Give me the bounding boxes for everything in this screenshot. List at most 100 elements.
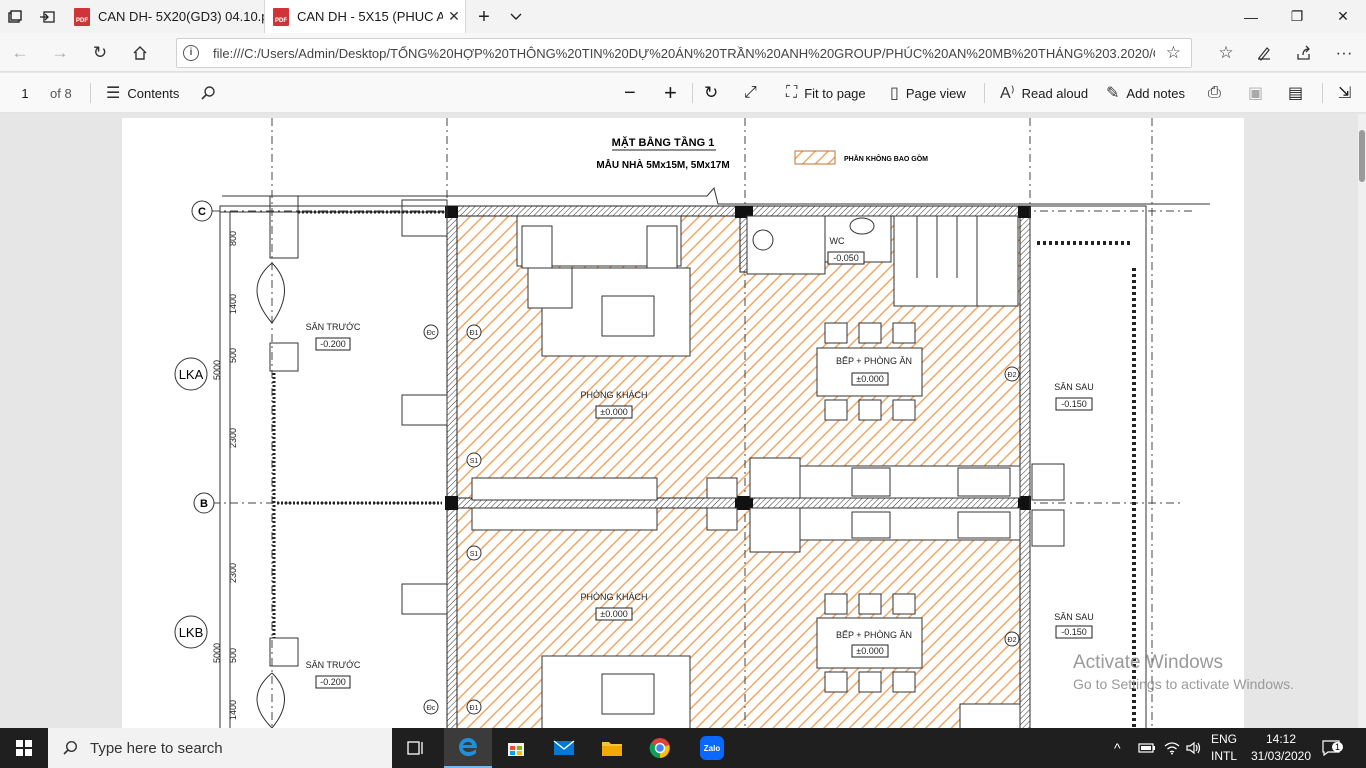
read-aloud-button[interactable]: A⁾ Read aloud [1000, 73, 1088, 113]
fit-to-page-icon: ⛶ [786, 84, 798, 101]
search-placeholder: Type here to search [90, 739, 223, 757]
input-language[interactable]: ENG INTL [1206, 731, 1242, 765]
page-number-input[interactable]: 1 [8, 73, 42, 113]
page-view-button[interactable]: ▯ Page view [890, 73, 966, 113]
living-room-furniture-a [516, 215, 691, 357]
front-yard [219, 195, 448, 728]
tab-actions-icon[interactable] [4, 6, 26, 28]
microsoft-store-icon[interactable] [492, 728, 540, 768]
pdf-page: 800 1400 500 5000 2300 2300 5000 500 140… [122, 118, 1244, 728]
url-text[interactable]: file:///C:/Users/Admin/Desktop/TỔNG%20HỢ… [213, 46, 1155, 61]
back-arrow-icon[interactable]: ← [8, 41, 32, 65]
title-bar: PDF CAN DH- 5X20(GD3) 04.10.p PDF CAN DH… [0, 0, 1366, 33]
language-code: ENG [1210, 732, 1237, 746]
print-icon[interactable]: ⎙ [1208, 73, 1221, 113]
grid-bubble-c: C [191, 200, 213, 222]
wifi-icon[interactable] [1164, 728, 1180, 768]
set-aside-tabs-icon[interactable] [36, 6, 58, 28]
clock-time: 14:12 [1265, 732, 1297, 746]
file-explorer-icon[interactable] [588, 728, 636, 768]
close-window-button[interactable]: ✕ [1320, 0, 1366, 33]
legend-label: PHẦN KHÔNG BAO GỒM [844, 153, 928, 163]
forward-arrow-icon[interactable]: → [48, 41, 72, 65]
zoom-in-icon[interactable]: + [664, 73, 677, 113]
address-bar[interactable]: i file:///C:/Users/Admin/Desktop/TỔNG%20… [176, 38, 1192, 68]
minimize-button[interactable]: — [1228, 0, 1274, 33]
read-aloud-label: Read aloud [1021, 85, 1089, 101]
show-hidden-icons-chevron-icon[interactable]: ^ [1114, 728, 1121, 768]
grid-bubble-b: B [193, 492, 215, 514]
tag-s1: S1 [470, 551, 479, 558]
save-as-icon[interactable]: ▤ [1288, 73, 1303, 113]
room-san-sau-b: SÂN SAU [1054, 612, 1094, 622]
tab-title: CAN DH - 5X15 (PHUC A [297, 9, 443, 24]
dim-800: 800 [228, 231, 238, 246]
taskbar-search[interactable]: Type here to search [48, 728, 392, 768]
favorite-star-icon[interactable]: ☆ [1166, 43, 1181, 63]
close-tab-icon[interactable]: ✕ [443, 8, 465, 25]
info-icon[interactable]: i [183, 45, 199, 61]
pdf-viewer[interactable]: 800 1400 500 5000 2300 2300 5000 500 140… [0, 114, 1366, 728]
scrollbar-thumb[interactable] [1359, 130, 1365, 182]
dimension-chain: 800 1400 500 5000 2300 2300 5000 500 140… [212, 212, 238, 728]
refresh-icon[interactable]: ↻ [88, 41, 112, 65]
level-san-truoc-b: -0.200 [320, 677, 346, 687]
dim-1400: 1400 [228, 294, 238, 314]
tab-can-dh-5x20[interactable]: PDF CAN DH- 5X20(GD3) 04.10.p [66, 0, 264, 33]
dim-5000: 5000 [212, 643, 222, 663]
floor-plan-drawing: 800 1400 500 5000 2300 2300 5000 500 140… [174, 118, 1210, 728]
windows-start-icon[interactable] [0, 728, 48, 768]
maximize-button[interactable]: ❐ [1274, 0, 1320, 33]
zalo-icon[interactable]: Zalo [688, 728, 736, 768]
level-wc: -0.050 [833, 253, 859, 263]
level-san-sau-b: -0.150 [1061, 627, 1087, 637]
mail-icon[interactable] [540, 728, 588, 768]
save-icon[interactable]: ▣ [1248, 73, 1263, 113]
tab-can-dh-5x15[interactable]: PDF CAN DH - 5X15 (PHUC A ✕ [264, 0, 466, 33]
pdf-toolbar: 1 of 8 ☰ Contents − + ↻ ⤢ ⛶ Fit to page … [0, 73, 1366, 113]
room-san-truoc-b: SÂN TRƯỚC [306, 660, 361, 670]
navigation-bar: ← → ↻ i file:///C:/Users/Admin/Desktop/T… [0, 33, 1366, 72]
room-phong-khach-a: PHÒNG KHÁCH [580, 390, 647, 400]
search-icon [63, 740, 78, 755]
contents-label: Contents [127, 85, 180, 101]
search-button[interactable] [200, 73, 216, 113]
tag-d2: Đ2 [1008, 637, 1017, 644]
fullscreen-icon[interactable]: ⤢ [744, 73, 757, 113]
level-san-sau-a: -0.150 [1061, 399, 1087, 409]
contents-list-icon: ☰ [106, 85, 121, 102]
edge-browser-icon[interactable] [444, 728, 492, 768]
zalo-label: Zalo [700, 736, 724, 760]
chrome-icon[interactable] [636, 728, 684, 768]
battery-icon[interactable] [1138, 728, 1156, 768]
fit-to-page-button[interactable]: ⛶ Fit to page [786, 73, 866, 113]
pen-icon[interactable] [1252, 41, 1276, 65]
zoom-out-icon[interactable]: − [624, 73, 636, 113]
favorites-list-icon[interactable]: ☆ [1214, 41, 1238, 65]
tab-list-chevron-icon[interactable] [505, 6, 527, 28]
add-notes-button[interactable]: ✎ Add notes [1106, 73, 1185, 113]
share-icon[interactable] [1292, 41, 1316, 65]
tag-s1: S1 [470, 458, 479, 465]
home-icon[interactable] [128, 41, 152, 65]
rotate-icon[interactable]: ↻ [704, 73, 718, 113]
tag-d1: Đ1 [470, 705, 479, 712]
level-bep-a: ±0.000 [856, 374, 883, 384]
task-view-icon[interactable] [392, 728, 440, 768]
fit-to-page-label: Fit to page [804, 85, 866, 101]
more-options-icon[interactable]: ··· [1332, 41, 1356, 65]
new-tab-icon[interactable]: + [473, 6, 495, 28]
search-icon [201, 86, 215, 100]
tag-d1: Đ1 [470, 330, 479, 337]
level-san-truoc-a: -0.200 [320, 339, 346, 349]
vertical-scrollbar[interactable] [1358, 114, 1366, 728]
room-bep-b: BẾP + PHÒNG ĂN [836, 630, 912, 640]
notification-count: 1 [1332, 742, 1344, 752]
system-clock[interactable]: 14:12 31/03/2020 [1250, 731, 1312, 765]
notification-center-icon[interactable]: 1 [1322, 728, 1344, 768]
contents-button[interactable]: ☰ Contents [106, 73, 179, 113]
toolbar-divider [1322, 83, 1323, 103]
back-yard [1029, 205, 1147, 728]
pin-toolbar-icon[interactable]: ⇲ [1338, 73, 1351, 113]
volume-icon[interactable] [1186, 728, 1202, 768]
